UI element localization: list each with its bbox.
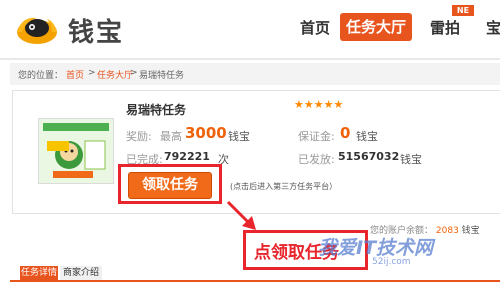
breadcrumb-home[interactable]: 首页 [66,68,84,81]
logo-text[interactable]: 钱宝 [68,12,124,49]
tab-merchant-info[interactable]: 商家介绍 [60,266,102,280]
completed-value: 792221 [164,150,210,163]
rating-stars: ★★★★★ [294,98,344,111]
claim-hint: (点击后进入第三方任务平台） [230,182,338,191]
reward-unit: 钱宝 [228,130,250,143]
deposit-label: 保证金: [298,130,335,143]
task-title: 易瑞特任务 [126,103,187,117]
deposit-unit: 钱宝 [356,130,378,143]
deposit-value: 0 [340,124,351,142]
claim-task-button[interactable]: 领取任务 [128,172,212,199]
breadcrumb-prefix: 您的位置： [18,71,64,81]
nav-more[interactable]: 宝 [486,17,500,38]
balance-value: 2083 [435,226,459,236]
nav-leipai[interactable]: 雷拍 [430,17,460,38]
new-badge: NE [452,5,474,16]
reward-prefix: 最高 [160,130,182,143]
nav-task-hall[interactable]: 任务大厅 [340,13,412,41]
breadcrumb-separator: > [130,68,138,78]
balance-unit: 钱宝 [461,226,480,236]
task-thumbnail-icon[interactable] [38,118,114,184]
paid-label: 已发放: [298,153,335,166]
nav-home[interactable]: 首页 [300,17,330,38]
tab-task-details[interactable]: 任务详情 [20,266,58,280]
reward-label: 奖励: [126,130,152,143]
breadcrumb-current: 易瑞特任务 [139,71,185,81]
paid-value: 51567032 [338,150,400,163]
breadcrumb-separator: > [88,68,96,78]
watermark: 我爱IT技术网 [318,237,434,259]
gold-ingot-logo-icon[interactable] [14,12,60,46]
breadcrumb-task-hall[interactable]: 任务大厅 [97,68,133,81]
paid-unit: 钱宝 [400,153,422,166]
reward-value: 3000 [185,124,227,142]
